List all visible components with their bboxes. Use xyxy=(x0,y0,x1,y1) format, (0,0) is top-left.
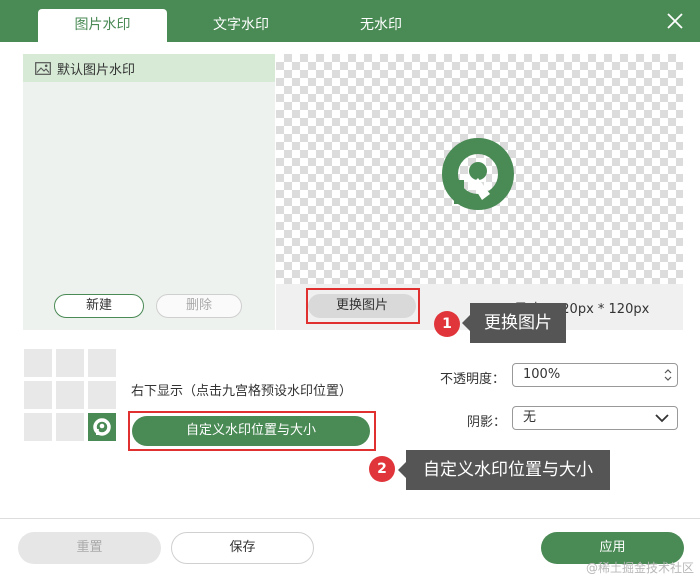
grid-cell-8[interactable] xyxy=(56,413,84,441)
shadow-label: 阴影： xyxy=(467,415,507,430)
new-button[interactable]: 新建 xyxy=(54,294,144,318)
footer-divider xyxy=(0,518,700,519)
change-image-button[interactable]: 更换图片 xyxy=(308,294,416,318)
tab-text-watermark[interactable]: 文字水印 xyxy=(176,9,306,42)
position-grid xyxy=(24,349,116,441)
image-icon xyxy=(35,61,51,75)
position-caption: 右下显示（点击九宫格预设水印位置） xyxy=(131,384,353,399)
stepper-arrows-icon[interactable] xyxy=(663,366,673,384)
site-watermark: @稀土掘金技术社区 xyxy=(585,561,694,575)
grid-cell-9[interactable] xyxy=(88,413,116,441)
annotation-badge-1: 1 xyxy=(434,311,460,337)
watermark-preview xyxy=(276,54,683,284)
grid-cell-2[interactable] xyxy=(56,349,84,377)
dialog-header: 图片水印 文字水印 无水印 xyxy=(0,0,700,42)
list-item-label: 默认图片水印 xyxy=(57,62,136,78)
annotation-callout-1: 更换图片 xyxy=(462,303,566,343)
custom-position-size-button[interactable]: 自定义水印位置与大小 xyxy=(132,416,370,446)
save-button[interactable]: 保存 xyxy=(171,532,314,564)
grid-cell-6[interactable] xyxy=(88,381,116,409)
reset-button[interactable]: 重置 xyxy=(18,532,161,564)
list-item-default-image-watermark[interactable]: 默认图片水印 xyxy=(23,54,275,82)
grid-cell-5[interactable] xyxy=(56,381,84,409)
opacity-value: 100% xyxy=(523,367,561,382)
logo-icon xyxy=(442,138,514,210)
grid-cell-1[interactable] xyxy=(24,349,52,377)
tab-no-watermark[interactable]: 无水印 xyxy=(316,9,446,42)
close-icon[interactable] xyxy=(664,10,686,32)
opacity-label: 不透明度： xyxy=(440,372,506,387)
annotation-badge-2: 2 xyxy=(369,456,395,482)
delete-button[interactable]: 删除 xyxy=(156,294,242,318)
logo-icon xyxy=(93,418,111,436)
tab-image-watermark[interactable]: 图片水印 xyxy=(38,9,167,42)
shadow-value: 无 xyxy=(523,410,537,425)
chevron-down-icon xyxy=(655,414,669,423)
opacity-stepper[interactable]: 100% xyxy=(512,363,678,387)
watermark-list-panel: 默认图片水印 新建 删除 xyxy=(23,54,275,330)
shadow-select[interactable]: 无 xyxy=(512,406,678,430)
grid-cell-4[interactable] xyxy=(24,381,52,409)
annotation-callout-2: 自定义水印位置与大小 xyxy=(398,450,610,490)
grid-cell-7[interactable] xyxy=(24,413,52,441)
grid-cell-3[interactable] xyxy=(88,349,116,377)
